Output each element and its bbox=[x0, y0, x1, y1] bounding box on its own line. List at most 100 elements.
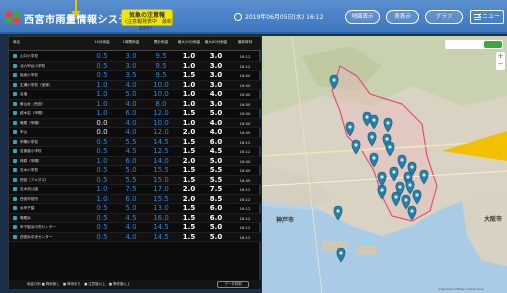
station-name[interactable]: 浜甲子園 bbox=[9, 204, 89, 213]
table-row[interactable]: 西宮浜中央センター 0.5 4.0 14.5 1.5 5.0 16:12 bbox=[9, 232, 261, 242]
table-row[interactable]: 甲子園浜中央センター 0.5 4.0 14.5 1.5 5.0 16:12 bbox=[9, 223, 261, 233]
station-name[interactable]: 甲陽小学校 bbox=[9, 138, 89, 147]
rain-gauge-marker-icon[interactable] bbox=[369, 152, 379, 168]
column-header-10min: 10分雨量 bbox=[94, 40, 110, 44]
station-name-label: 東山台（西宮） bbox=[20, 101, 46, 106]
table-row[interactable]: 西宮市役所 1.0 6.0 15.5 2.0 8.5 16:12 bbox=[9, 194, 261, 204]
rain-gauge-marker-icon[interactable] bbox=[367, 131, 377, 147]
station-icon bbox=[13, 177, 17, 182]
table-cell: 16.0 bbox=[153, 213, 169, 222]
table-cell: 4.0 bbox=[209, 128, 223, 136]
station-name[interactable]: 山口小学校 bbox=[9, 52, 89, 61]
station-name[interactable]: 越木岩（甲陽） bbox=[9, 109, 89, 118]
graph-view-button[interactable]: グラフ bbox=[425, 10, 463, 24]
data-description-button[interactable]: データ説明 bbox=[217, 281, 249, 288]
zoom-in-button[interactable]: + bbox=[496, 52, 505, 60]
rain-gauge-marker-icon[interactable] bbox=[369, 114, 379, 130]
rain-gauge-marker-icon[interactable] bbox=[345, 121, 355, 137]
table-row[interactable]: 瓦木小学校 0.5 5.0 15.5 1.5 5.5 16:00 bbox=[9, 166, 261, 176]
table-view-button[interactable]: 表表示 bbox=[386, 10, 419, 24]
station-name[interactable]: 苦楽園小学校 bbox=[9, 147, 89, 156]
table-row[interactable]: 東山台（西宮） 1.0 4.0 8.0 1.0 3.0 16:00 bbox=[9, 99, 261, 109]
menu-button[interactable]: メニュー bbox=[470, 10, 504, 24]
alert-badge[interactable]: 気象の注意報 （注意報発表中 最新10分） bbox=[121, 9, 173, 32]
station-name-label: 鳴尾浜 bbox=[20, 215, 31, 220]
table-cell: 1.0 bbox=[182, 99, 196, 108]
station-name[interactable]: 西宮（アメダス） bbox=[9, 176, 89, 185]
table-cell: 16:12 bbox=[239, 63, 251, 69]
rain-gauge-marker-icon[interactable] bbox=[405, 179, 415, 195]
station-name[interactable]: 生瀬小学校（宝塚） bbox=[9, 81, 89, 90]
table-row[interactable]: 鳴尾（甲陽） 0.0 4.0 10.0 1.0 4.0 16:00 bbox=[9, 118, 261, 128]
rain-gauge-map[interactable]: 神戸市 大阪市 bbox=[262, 36, 507, 293]
station-name[interactable]: 鳴尾（甲陽） bbox=[9, 119, 89, 128]
rain-gauge-marker-icon[interactable] bbox=[383, 117, 393, 133]
table-row[interactable]: 甲陽小学校 0.5 5.5 14.5 1.5 6.0 16:12 bbox=[9, 137, 261, 147]
table-row[interactable]: 船坂小学校 0.5 3.5 9.5 1.5 3.0 16:00 bbox=[9, 71, 261, 81]
map-layer-toggle[interactable] bbox=[445, 40, 503, 49]
table-row[interactable]: 神原（甲陽） 1.0 6.0 14.0 2.0 5.0 16:00 bbox=[9, 156, 261, 166]
datetime-display: 2019年06月05日(水) 16:12 bbox=[245, 14, 324, 21]
station-name[interactable]: 瓦木西公園 bbox=[9, 185, 89, 194]
table-cell: 15.0 bbox=[153, 175, 169, 184]
table-row[interactable]: 生瀬小学校（宝塚） 1.0 4.0 10.0 1.0 3.0 16:00 bbox=[9, 80, 261, 90]
station-name[interactable]: 鳴尾浜 bbox=[9, 214, 89, 223]
table-row[interactable]: 鳴尾浜 0.5 4.5 16.0 1.5 6.0 16:12 bbox=[9, 213, 261, 223]
station-name[interactable]: 東山台（西宮） bbox=[9, 100, 89, 109]
station-name[interactable]: 甲子園浜中央センター bbox=[9, 223, 89, 232]
table-row[interactable]: 西宮（アメダス） 0.5 5.5 15.0 1.5 5.5 16:00 bbox=[9, 175, 261, 185]
station-name[interactable]: 西宮浜中央センター bbox=[9, 233, 89, 242]
table-row[interactable]: 浜甲子園 0.5 5.0 13.0 1.5 6.0 16:12 bbox=[9, 204, 261, 214]
rain-gauge-marker-icon[interactable] bbox=[377, 184, 387, 200]
rain-gauge-marker-icon[interactable] bbox=[407, 205, 417, 221]
rain-gauge-marker-icon[interactable] bbox=[377, 171, 387, 187]
table-cell: 0.5 bbox=[96, 175, 108, 184]
table-row[interactable]: 北六甲台小学校 0.5 3.0 9.5 1.0 3.0 16:12 bbox=[9, 61, 261, 71]
map-view-button[interactable]: 地図表示 bbox=[345, 10, 380, 24]
table-row[interactable]: 苦楽園小学校 0.5 4.5 12.5 1.5 4.5 16:12 bbox=[9, 147, 261, 157]
table-cell: 5.0 bbox=[209, 156, 223, 165]
zoom-out-button[interactable]: − bbox=[496, 60, 505, 68]
station-name[interactable]: 甲山 bbox=[9, 128, 89, 137]
table-cell: 0.5 bbox=[96, 61, 108, 70]
rain-gauge-marker-icon[interactable] bbox=[389, 166, 399, 182]
station-name-label: 名塩 bbox=[20, 92, 28, 96]
rain-gauge-marker-icon[interactable] bbox=[336, 247, 346, 263]
zoom-control[interactable]: + − bbox=[496, 52, 505, 70]
rain-gauge-marker-icon[interactable] bbox=[397, 154, 407, 170]
rain-gauge-marker-icon[interactable] bbox=[391, 191, 401, 207]
rain-gauge-marker-icon[interactable] bbox=[419, 169, 429, 185]
map-layer-toggle-on[interactable] bbox=[484, 41, 502, 48]
table-row[interactable]: 山口小学校 0.5 3.0 9.5 1.0 3.0 16:12 bbox=[9, 52, 261, 62]
marker-layer bbox=[329, 74, 429, 263]
table-row[interactable]: 瓦木西公園 1.0 7.5 17.0 2.0 7.5 16:12 bbox=[9, 185, 261, 195]
table-cell: 4.0 bbox=[125, 232, 137, 241]
table-cell: 3.0 bbox=[209, 71, 223, 79]
table-cell: 5.0 bbox=[125, 204, 137, 212]
annotation-arrow-head-icon bbox=[71, 11, 81, 17]
station-name[interactable]: 北六甲台小学校 bbox=[9, 62, 89, 71]
station-name-label: 鳴尾（甲陽） bbox=[20, 120, 42, 125]
table-row[interactable]: 甲山 0.0 4.0 12.0 2.0 4.0 16:00 bbox=[9, 128, 261, 138]
table-cell: 2.0 bbox=[182, 185, 196, 193]
station-name[interactable]: 船坂小学校 bbox=[9, 71, 89, 80]
column-header-max60: 最大60分雨量 bbox=[204, 40, 228, 44]
table-cell: 5.5 bbox=[125, 175, 137, 184]
table-cell: 16:00 bbox=[239, 177, 251, 183]
rain-gauge-marker-icon[interactable] bbox=[351, 139, 361, 155]
station-icon bbox=[13, 139, 17, 144]
station-icon bbox=[13, 234, 17, 239]
rain-gauge-marker-icon[interactable] bbox=[412, 189, 422, 205]
rain-gauge-marker-icon[interactable] bbox=[329, 74, 339, 90]
alert-badge-sub: （注意報発表中 最新10分） bbox=[122, 19, 173, 32]
table-cell: 15.5 bbox=[153, 194, 169, 203]
table-row[interactable]: 越木岩（甲陽） 1.0 6.0 12.0 1.5 5.0 16:00 bbox=[9, 109, 261, 119]
station-name[interactable]: 西宮市役所 bbox=[9, 195, 89, 204]
station-name[interactable]: 名塩 bbox=[9, 90, 89, 99]
station-name[interactable]: 瓦木小学校 bbox=[9, 166, 89, 175]
rain-gauge-marker-icon[interactable] bbox=[333, 205, 343, 221]
rain-gauge-marker-icon[interactable] bbox=[385, 141, 395, 157]
station-name-label: 越木岩（甲陽） bbox=[20, 111, 46, 115]
station-name[interactable]: 神原（甲陽） bbox=[9, 157, 89, 166]
table-row[interactable]: 名塩 1.0 5.0 10.0 1.0 4.0 16:00 bbox=[9, 90, 261, 100]
